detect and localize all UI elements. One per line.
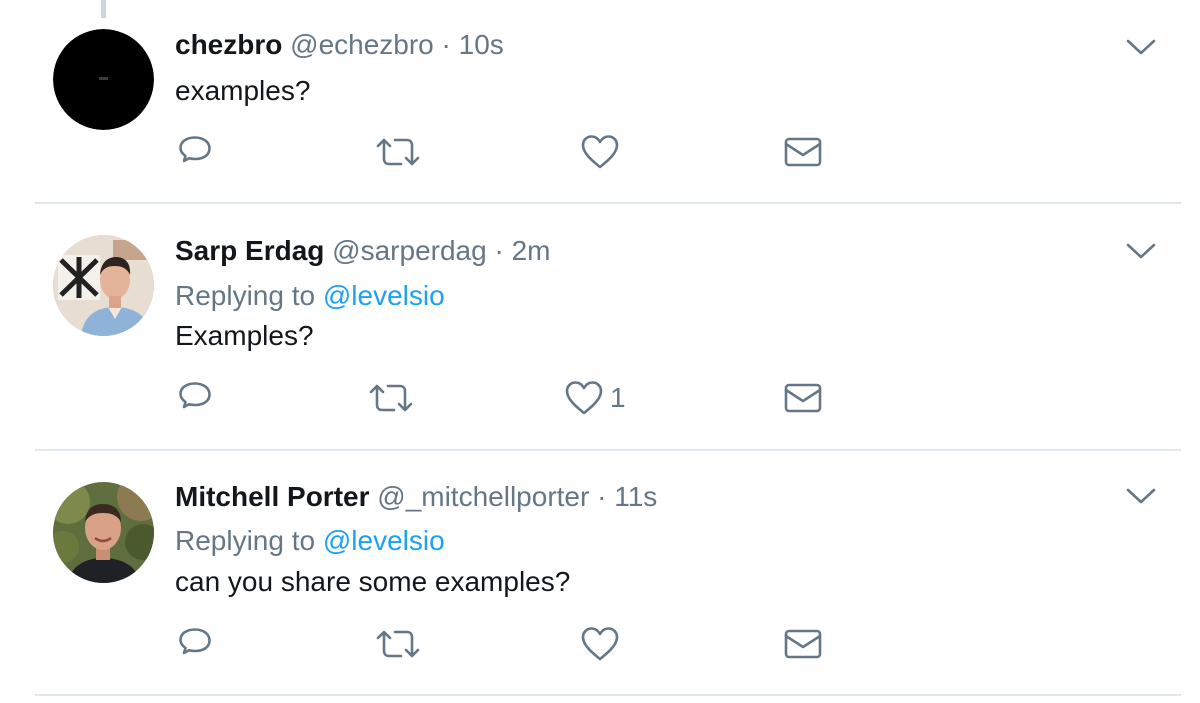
tweet[interactable]: Mitchell Porter @_mitchellporter · 11s R… <box>0 450 1200 703</box>
chevron-down-icon[interactable] <box>1125 486 1157 506</box>
tweet-text: can you share some examples? <box>175 566 571 597</box>
retweet-icon <box>376 138 420 166</box>
timestamp[interactable]: 2m <box>512 235 551 266</box>
replying-to: Replying to @levelsio <box>175 523 445 559</box>
user-handle[interactable]: @echezbro <box>290 29 434 60</box>
timestamp[interactable]: 11s <box>614 481 657 512</box>
tweet-text: examples? <box>175 75 311 106</box>
reply-icon <box>179 628 211 655</box>
reply-icon <box>179 136 211 163</box>
like-button[interactable]: 1 <box>564 376 626 420</box>
like-button[interactable] <box>580 622 626 666</box>
tweet-header: chezbro @echezbro · 10s <box>175 27 504 63</box>
retweet-icon <box>376 630 420 658</box>
reply-button[interactable] <box>176 130 214 174</box>
mention-link[interactable]: @levelsio <box>323 525 445 556</box>
retweet-button[interactable] <box>368 376 414 420</box>
tweet[interactable]: chezbro @echezbro · 10s examples? <box>0 0 1200 204</box>
retweet-button[interactable] <box>375 130 421 174</box>
like-icon <box>581 135 619 169</box>
user-name[interactable]: Sarp Erdag <box>175 235 324 266</box>
chevron-down-icon[interactable] <box>1125 37 1157 57</box>
reply-icon <box>179 382 211 409</box>
like-count: 1 <box>610 382 626 413</box>
replying-to: Replying to @levelsio <box>175 278 445 314</box>
envelope-icon <box>784 137 822 167</box>
separator: · <box>441 29 451 60</box>
user-name[interactable]: Mitchell Porter <box>175 481 369 512</box>
replying-to-label: Replying to <box>175 280 316 311</box>
chevron-down-icon[interactable] <box>1125 241 1157 261</box>
tweet-actions: 1 <box>0 376 1200 420</box>
separator: · <box>494 235 504 266</box>
tweet-actions <box>0 622 1200 666</box>
tweet-text: Examples? <box>175 320 314 351</box>
direct-message-button[interactable] <box>783 130 823 174</box>
like-icon <box>581 627 619 661</box>
direct-message-button[interactable] <box>783 376 823 420</box>
avatar[interactable] <box>53 482 154 583</box>
user-handle[interactable]: @sarperdag <box>332 235 487 266</box>
separator: · <box>597 481 607 512</box>
avatar[interactable] <box>53 29 154 130</box>
retweet-button[interactable] <box>375 622 421 666</box>
retweet-icon <box>369 384 413 412</box>
avatar[interactable] <box>53 235 154 336</box>
envelope-icon <box>784 629 822 659</box>
reply-button[interactable] <box>176 376 214 420</box>
envelope-icon <box>784 383 822 413</box>
replying-to-label: Replying to <box>175 525 316 556</box>
like-button[interactable] <box>580 130 626 174</box>
mention-link[interactable]: @levelsio <box>323 280 445 311</box>
direct-message-button[interactable] <box>783 622 823 666</box>
reply-button[interactable] <box>176 622 214 666</box>
user-handle[interactable]: @_mitchellporter <box>377 481 589 512</box>
like-icon <box>565 381 603 415</box>
tweet-header: Mitchell Porter @_mitchellporter · 11s <box>175 479 657 515</box>
tweet[interactable]: Sarp Erdag @sarperdag · 2m Replying to @… <box>0 204 1200 451</box>
tweet-actions <box>0 130 1200 174</box>
timestamp[interactable]: 10s <box>459 29 504 60</box>
divider <box>35 694 1181 696</box>
user-name[interactable]: chezbro <box>175 29 282 60</box>
tweet-header: Sarp Erdag @sarperdag · 2m <box>175 233 550 269</box>
